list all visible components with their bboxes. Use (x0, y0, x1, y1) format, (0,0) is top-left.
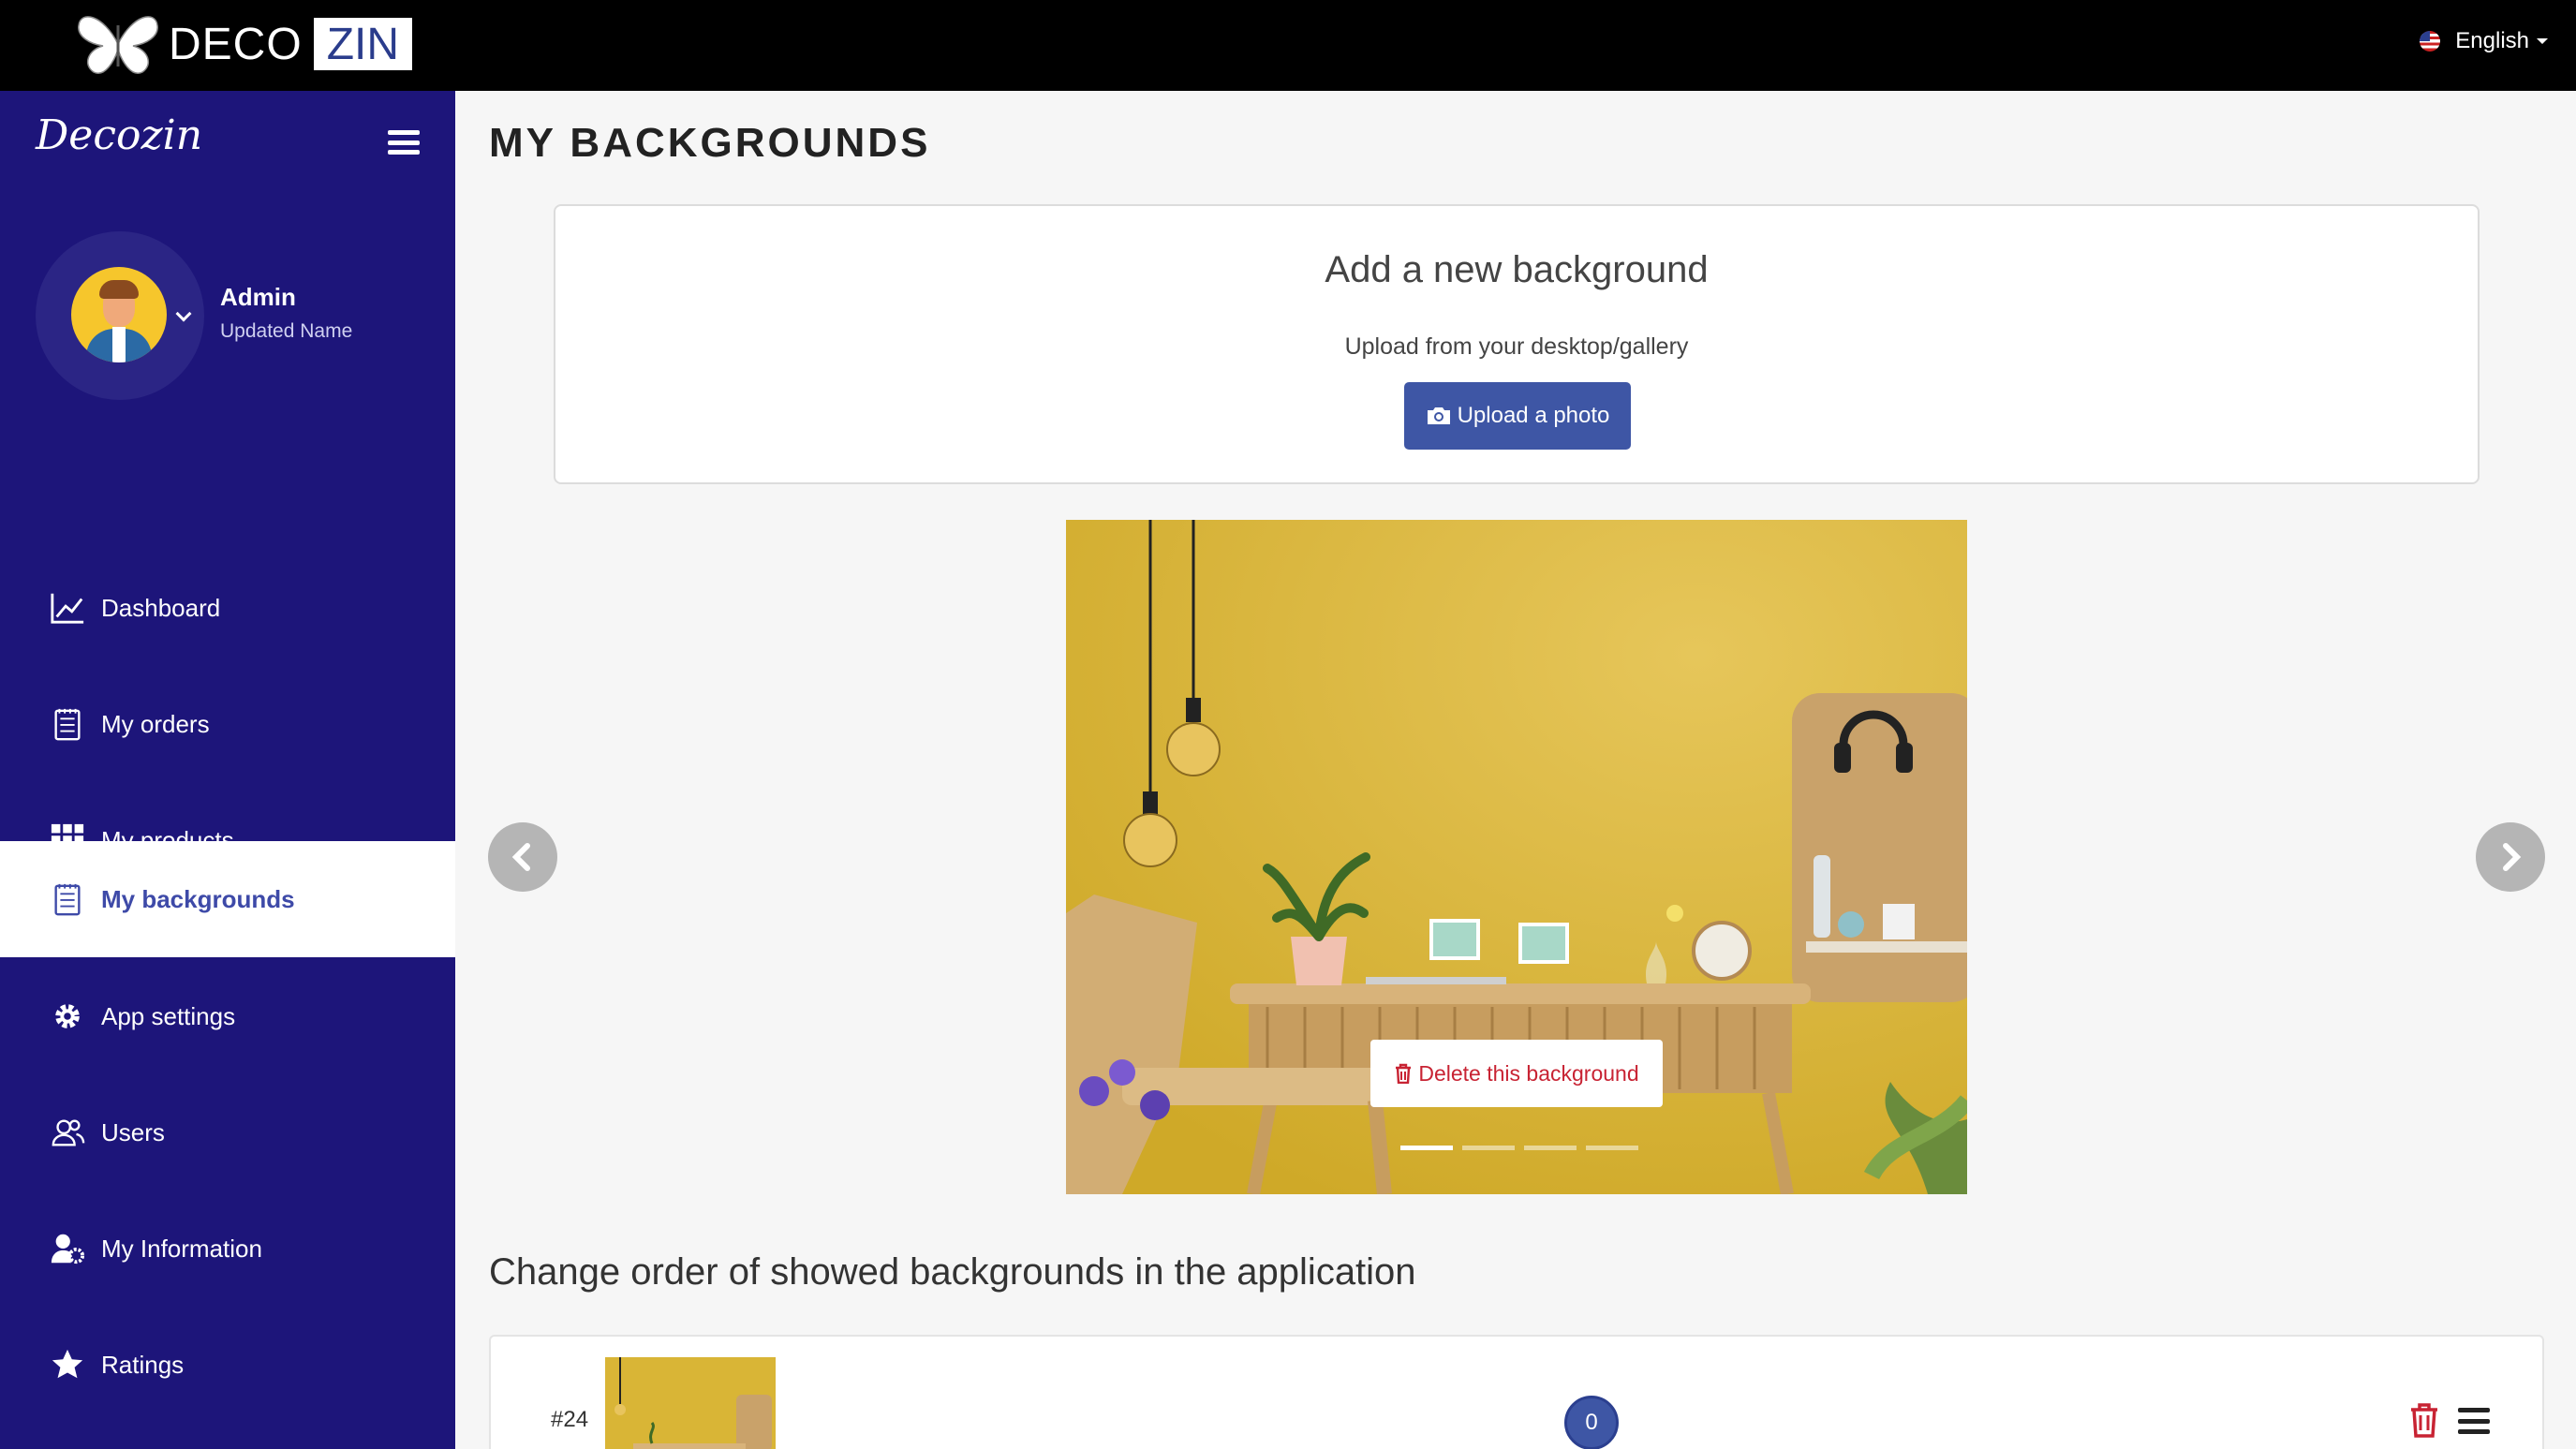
carousel-indicator[interactable] (1586, 1146, 1638, 1150)
trash-icon (1396, 1063, 1412, 1084)
sidebar: Decozin Admin Updated Name Dashboard My … (0, 91, 455, 1449)
top-bar: DECO ZIN English (0, 0, 2576, 91)
language-selector[interactable]: English (2420, 28, 2548, 54)
avatar (71, 267, 167, 362)
sidebar-item-users[interactable]: Users (0, 1074, 455, 1190)
sidebar-item-label: Ratings (101, 1350, 185, 1379)
sidebar-item-ratings[interactable]: Ratings (0, 1307, 455, 1423)
delete-background-button[interactable]: Delete this background (1370, 1040, 1663, 1107)
trash-icon[interactable] (2409, 1402, 2439, 1438)
drag-handle-icon[interactable] (2458, 1408, 2490, 1434)
background-carousel[interactable]: Delete this background (1066, 520, 1967, 1194)
user-cog-icon (49, 1230, 86, 1267)
gear-icon (49, 998, 86, 1035)
star-icon (49, 1346, 86, 1383)
sidebar-item-my-orders[interactable]: My orders (0, 666, 455, 782)
carousel-indicator[interactable] (1462, 1146, 1515, 1150)
sidebar-item-label: My backgrounds (101, 884, 295, 913)
camera-icon (1427, 407, 1450, 424)
background-thumbnail (605, 1357, 776, 1449)
carousel-indicator[interactable] (1524, 1146, 1577, 1150)
sidebar-item-label: Users (101, 1117, 165, 1146)
add-background-card: Add a new background Upload from your de… (554, 204, 2480, 484)
chevron-down-icon[interactable] (175, 305, 192, 322)
language-label: English (2455, 28, 2529, 53)
sidebar-item-my-backgrounds[interactable]: My backgrounds (0, 841, 455, 957)
us-flag-icon (2420, 31, 2441, 52)
order-list: #24 0 (489, 1335, 2544, 1449)
clipboard-list-icon (49, 705, 86, 743)
carousel-prev-button[interactable] (488, 822, 557, 892)
clipboard-list-icon (49, 880, 86, 918)
chevron-right-icon (2503, 843, 2522, 871)
carousel-indicator[interactable] (1400, 1146, 1453, 1150)
logo-text-deco: DECO (169, 19, 303, 69)
sidebar-item-my-information[interactable]: My Information (0, 1190, 455, 1307)
logo-text-zin: ZIN (313, 18, 413, 70)
user-subtitle: Updated Name (220, 320, 353, 342)
caret-down-icon (2537, 38, 2548, 44)
sidebar-item-label: My Information (101, 1234, 262, 1263)
butterfly-logo-icon (78, 16, 158, 74)
delete-background-label: Delete this background (1418, 1060, 1639, 1086)
user-name: Admin (220, 283, 296, 311)
sidebar-item-label: App settings (101, 1001, 236, 1030)
upload-photo-label: Upload a photo (1457, 403, 1610, 428)
sidebar-item-label: My orders (101, 709, 210, 738)
sidebar-item-label: Dashboard (101, 593, 221, 622)
chart-line-icon (49, 589, 86, 627)
order-section-title: Change order of showed backgrounds in th… (489, 1251, 1416, 1293)
sidebar-item-app-settings[interactable]: App settings (0, 958, 455, 1074)
carousel-next-button[interactable] (2476, 822, 2545, 892)
chevron-left-icon (511, 843, 530, 871)
sidebar-brand: Decozin (36, 111, 203, 159)
profile-menu[interactable] (36, 231, 204, 400)
background-id: #24 (551, 1407, 589, 1432)
menu-toggle-icon[interactable] (388, 130, 420, 155)
users-icon (49, 1114, 86, 1151)
position-badge: 0 (1564, 1396, 1619, 1449)
logo[interactable]: DECO ZIN (75, 11, 413, 77)
add-background-title: Add a new background (1325, 249, 1709, 290)
carousel-indicators (1400, 1146, 1638, 1150)
sidebar-item-dashboard[interactable]: Dashboard (0, 550, 455, 666)
page-title: MY BACKGROUNDS (489, 120, 931, 166)
add-background-subtitle: Upload from your desktop/gallery (1344, 333, 1689, 360)
upload-photo-button[interactable]: Upload a photo (1404, 382, 1631, 450)
